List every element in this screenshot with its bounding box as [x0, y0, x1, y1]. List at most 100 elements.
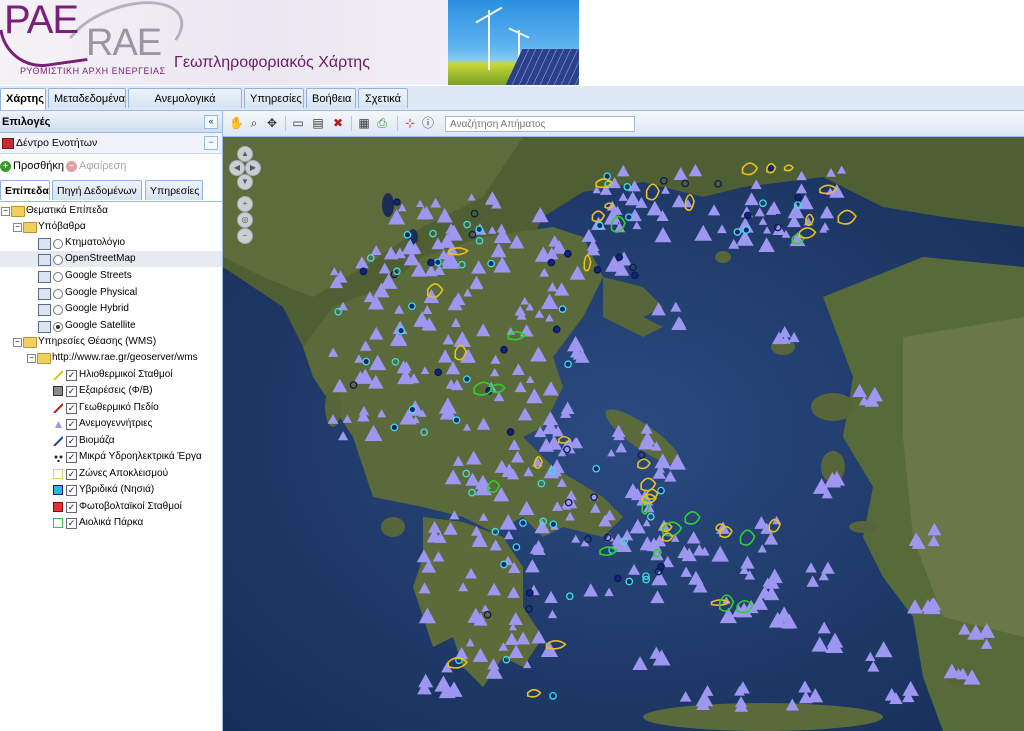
tree-root[interactable]: − Θεματικά Επίπεδα [0, 203, 222, 219]
layer-label: Αιολικά Πάρκα [79, 517, 144, 528]
collapse-toggle-icon[interactable]: − [1, 207, 10, 216]
small-hydro-marker [512, 543, 521, 551]
collapse-toggle-icon[interactable]: − [13, 338, 22, 347]
layer-icon [38, 271, 51, 283]
basemap-item[interactable]: Google Satellite [0, 318, 222, 334]
wms-layer-item[interactable]: ✓ Βιομάζα [0, 433, 222, 449]
wms-layer-item[interactable]: ✓ Φωτοβολταϊκοί Σταθμοί [0, 499, 222, 515]
map-canvas[interactable] [223, 137, 1024, 731]
small-hydro-marker [657, 486, 665, 495]
tab-services[interactable]: Υπηρεσίες [244, 88, 304, 108]
measure-length-icon[interactable]: ▭ [291, 116, 305, 130]
add-button-label: Προσθήκη [13, 160, 64, 172]
tab-help[interactable]: Βοήθεια [306, 88, 356, 108]
thasos-island [715, 251, 731, 263]
point-icon[interactable]: ⊹ [403, 116, 417, 130]
tree-folder-wms-url[interactable]: − http://www.rae.gr/geoserver/wms [0, 350, 222, 366]
small-hydro-marker [463, 375, 471, 384]
small-hydro-marker [452, 416, 461, 424]
wms-layer-item[interactable]: ✓ Ηλιοθερμικοί Σταθμοί [0, 367, 222, 383]
page-title: Γεωπληροφοριακός Χάρτης [174, 54, 370, 71]
print-icon[interactable]: ⎙ [375, 116, 389, 130]
pan-hand-icon[interactable]: ✋ [229, 116, 244, 130]
zoom-out-icon[interactable]: − [237, 228, 253, 244]
layer-checkbox[interactable]: ✓ [66, 403, 77, 414]
subtab-services[interactable]: Υπηρεσίες [145, 180, 203, 200]
layer-checkbox[interactable]: ✓ [66, 370, 77, 381]
layer-label: Βιομάζα [79, 435, 115, 446]
tab-map[interactable]: Χάρτης [0, 88, 46, 110]
layer-checkbox[interactable]: ✓ [66, 502, 77, 513]
basemap-item[interactable]: Google Hybrid [0, 301, 222, 317]
collapse-toggle-icon[interactable]: − [13, 223, 22, 232]
layer-checkbox[interactable]: ✓ [66, 485, 77, 496]
basemap-item[interactable]: Google Physical [0, 285, 222, 301]
layer-label: Εξαιρέσεις (Φ/Β) [79, 385, 153, 396]
main-tabbar: Χάρτης Μεταδεδομένα Ανεμολογικά Δεδομένα… [0, 86, 1024, 125]
basemap-radio[interactable] [53, 289, 63, 299]
wms-layer-item[interactable]: ✓ Υβριδικά (Νησιά) [0, 482, 222, 498]
plus-icon: + [0, 160, 11, 172]
basemap-label: Google Satellite [65, 320, 136, 331]
kefalonia-island [381, 517, 405, 537]
tab-metadata[interactable]: Μεταδεδομένα [48, 88, 126, 108]
collapse-panel-button[interactable]: « [204, 115, 218, 129]
zoom-box-icon[interactable]: ⌕ [247, 116, 261, 130]
small-hydro-marker [500, 345, 508, 354]
basemap-item[interactable]: Google Streets [0, 268, 222, 284]
small-hydro-marker [593, 266, 602, 274]
basemap-radio[interactable] [53, 305, 63, 315]
small-hydro-marker [564, 360, 572, 369]
lake [382, 193, 394, 217]
basemap-radio[interactable] [53, 255, 63, 265]
tab-wind-data[interactable]: Ανεμολογικά Δεδομένα [128, 88, 242, 125]
subtab-layers[interactable]: Επίπεδα [0, 180, 50, 200]
basemap-radio[interactable] [53, 272, 63, 282]
layer-checkbox[interactable]: ✓ [66, 469, 77, 480]
layer-checkbox[interactable]: ✓ [66, 436, 77, 447]
search-input[interactable] [445, 116, 635, 132]
collapse-tree-button[interactable]: − [204, 136, 218, 150]
basemap-item[interactable]: OpenStreetMap [0, 251, 222, 267]
basemap-radio-selected[interactable] [53, 322, 63, 332]
basemap-label: OpenStreetMap [65, 253, 136, 264]
pan-down-icon[interactable]: ▼ [237, 174, 253, 190]
wms-layer-item[interactable]: ✓ Ζώνες Αποκλεισμού [0, 466, 222, 482]
header-banner: PAE RAE ΡΥΘΜΙΣΤΙΚΗ ΑΡΧΗ ΕΝΕΡΓΕΙΑΣ Γεωπλη… [0, 0, 579, 85]
collapse-toggle-icon[interactable]: − [27, 354, 36, 363]
subtab-data-source[interactable]: Πηγή Δεδομένων [52, 180, 142, 200]
wms-layer-item[interactable]: ✓ Ανεμογεννήτριες [0, 416, 222, 432]
tree-folder-basemaps[interactable]: − Υπόβαθρα [0, 219, 222, 235]
wms-layer-item[interactable]: ✓ Αιολικά Πάρκα [0, 515, 222, 531]
basemap-label: Google Hybrid [65, 303, 129, 314]
small-hydro-marker [794, 193, 803, 202]
zoom-world-icon[interactable]: ◎ [237, 212, 253, 228]
legend-triangle-lavender-icon [55, 421, 62, 428]
map-view[interactable] [223, 137, 1024, 731]
tree-folder-wms[interactable]: − Υπηρεσίες Θέασης (WMS) [0, 334, 222, 350]
wms-layer-item[interactable]: ✓ Εξαιρέσεις (Φ/Β) [0, 383, 222, 399]
identify-icon[interactable]: ⓘ [421, 116, 435, 130]
small-hydro-marker [733, 228, 742, 236]
layer-checkbox[interactable]: ✓ [66, 518, 77, 529]
small-hydro-marker [434, 368, 443, 377]
small-hydro-marker [427, 258, 435, 267]
layer-checkbox[interactable]: ✓ [66, 386, 77, 397]
query-layer-icon[interactable]: ▦ [357, 116, 371, 130]
logo-rae: RAE [86, 22, 162, 64]
wms-layer-item[interactable]: ✓ Γεωθερμικό Πεδίο [0, 400, 222, 416]
pan-zoom-control: ▲ ◀ ▶ ▼ + ◎ − [229, 146, 261, 246]
clear-measure-icon[interactable]: ✖ [331, 116, 345, 130]
wms-layer-item[interactable]: ✓ Μικρά Υδροηλεκτρικά Έργα [0, 449, 222, 465]
zoom-extent-icon[interactable]: ✥ [265, 116, 279, 130]
measure-area-icon[interactable]: ▤ [311, 116, 325, 130]
basemap-radio[interactable] [53, 239, 63, 249]
tab-about[interactable]: Σχετικά [358, 88, 408, 108]
small-hydro-marker [408, 302, 416, 311]
basemap-item[interactable]: Κτηματολόγιο [0, 235, 222, 251]
layer-checkbox[interactable]: ✓ [66, 419, 77, 430]
layer-checkbox[interactable]: ✓ [66, 452, 77, 463]
remove-button[interactable]: − Αφαίρεση [66, 155, 126, 177]
zoom-in-icon[interactable]: + [237, 196, 253, 212]
add-button[interactable]: + Προσθήκη [0, 155, 64, 177]
